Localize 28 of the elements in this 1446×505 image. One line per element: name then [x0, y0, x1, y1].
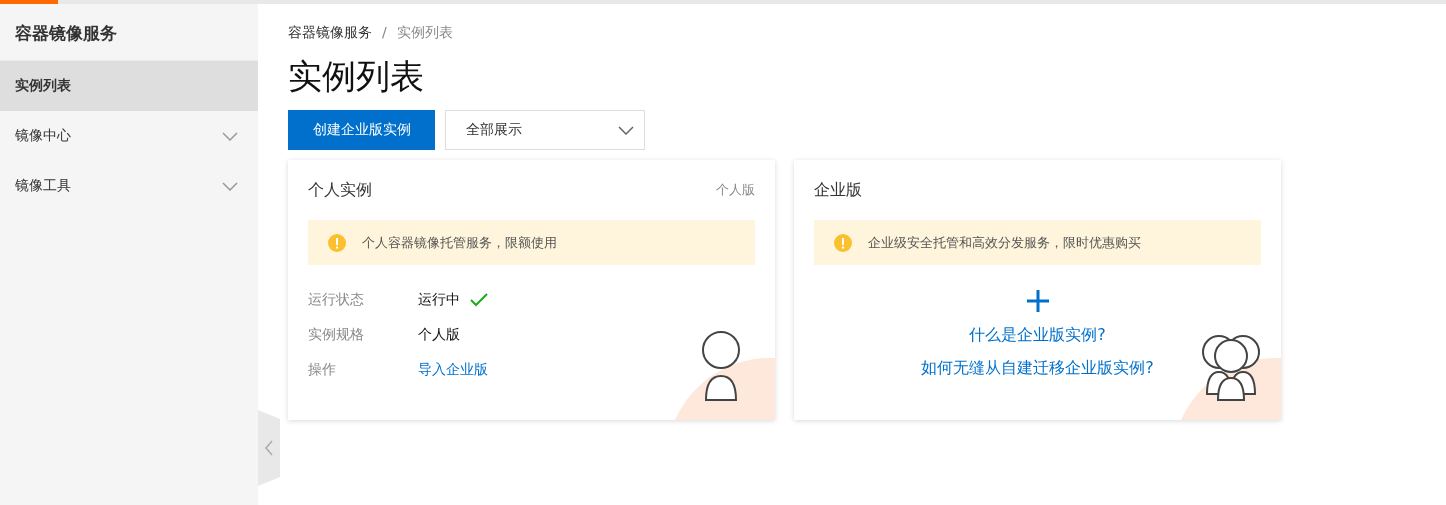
- filter-dropdown[interactable]: 全部展示: [445, 110, 645, 150]
- field-label: 实例规格: [308, 325, 365, 344]
- card-title: 企业版: [814, 179, 862, 201]
- breadcrumb-item: 实例列表: [396, 24, 453, 42]
- help-link[interactable]: 什么是企业版实例?: [969, 325, 1106, 346]
- field-label: 运行状态: [308, 290, 365, 309]
- sidebar-item[interactable]: 实例列表: [0, 61, 258, 111]
- sidebar-item[interactable]: 镜像中心: [0, 111, 258, 161]
- field-value: 个人版: [418, 325, 460, 344]
- page-title: 实例列表: [288, 55, 425, 98]
- warning-icon: [834, 233, 852, 252]
- breadcrumb-separator: /: [382, 24, 387, 42]
- chevron-down-icon: [618, 125, 634, 135]
- breadcrumb-item[interactable]: 容器镜像服务: [288, 24, 372, 44]
- notice-text: 个人容器镜像托管服务，限额使用: [362, 233, 557, 252]
- field-value: 运行中: [418, 290, 460, 309]
- notice-text: 企业级安全托管和高效分发服务，限时优惠购买: [868, 233, 1141, 252]
- field-label: 操作: [308, 360, 337, 379]
- sidebar-item[interactable]: 镜像工具: [0, 161, 258, 211]
- help-link[interactable]: 如何无缝从自建迁移企业版实例?: [921, 358, 1154, 379]
- card-title: 个人实例: [308, 179, 372, 201]
- check-icon: [470, 292, 488, 307]
- create-button[interactable]: 创建企业版实例: [288, 110, 435, 150]
- import-link[interactable]: 导入企业版: [418, 360, 488, 379]
- warning-icon: [328, 233, 346, 252]
- chevron-left-icon: [265, 440, 273, 456]
- plus-icon[interactable]: [1025, 289, 1050, 313]
- edition-label: 个人版: [716, 181, 755, 199]
